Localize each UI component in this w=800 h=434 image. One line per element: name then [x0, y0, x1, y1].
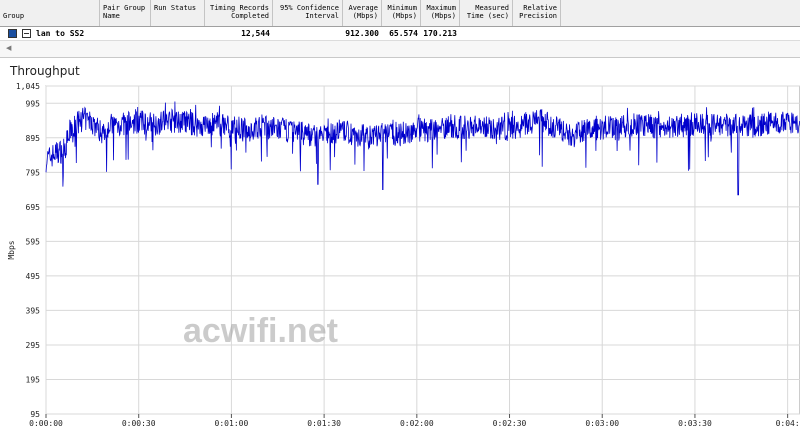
y-tick-label: 795 [26, 168, 41, 177]
y-tick-label: 95 [30, 410, 40, 419]
x-tick-label: 0:01:00 [215, 419, 249, 428]
x-tick-label: 0:01:30 [307, 419, 341, 428]
x-tick-label: 0:02:00 [400, 419, 434, 428]
x-tick-label: 0:03:30 [678, 419, 712, 428]
y-tick-label: 695 [26, 203, 41, 212]
x-tick-label: 0:00:30 [122, 419, 156, 428]
x-tick-label: 0:02:30 [493, 419, 527, 428]
y-tick-label: 1,045 [16, 82, 40, 91]
x-tick-label: 0:00:00 [29, 419, 63, 428]
x-tick-label: 0:04: [776, 419, 800, 428]
y-tick-label: 895 [26, 134, 41, 143]
y-tick-label: 295 [26, 341, 41, 350]
y-tick-label: 195 [26, 375, 41, 384]
y-axis-label: Mbps [7, 240, 16, 259]
y-tick-label: 595 [26, 237, 41, 246]
y-tick-label: 395 [26, 306, 41, 315]
y-tick-label: 495 [26, 272, 41, 281]
throughput-chart: 1,045 995 895 795 695 595 495 395 295 195 950:00:0… [7, 82, 800, 428]
y-tick-label: 995 [26, 99, 41, 108]
watermark: acwifi.net [183, 312, 338, 350]
x-tick-label: 0:03:00 [585, 419, 619, 428]
plot-area [45, 85, 800, 415]
